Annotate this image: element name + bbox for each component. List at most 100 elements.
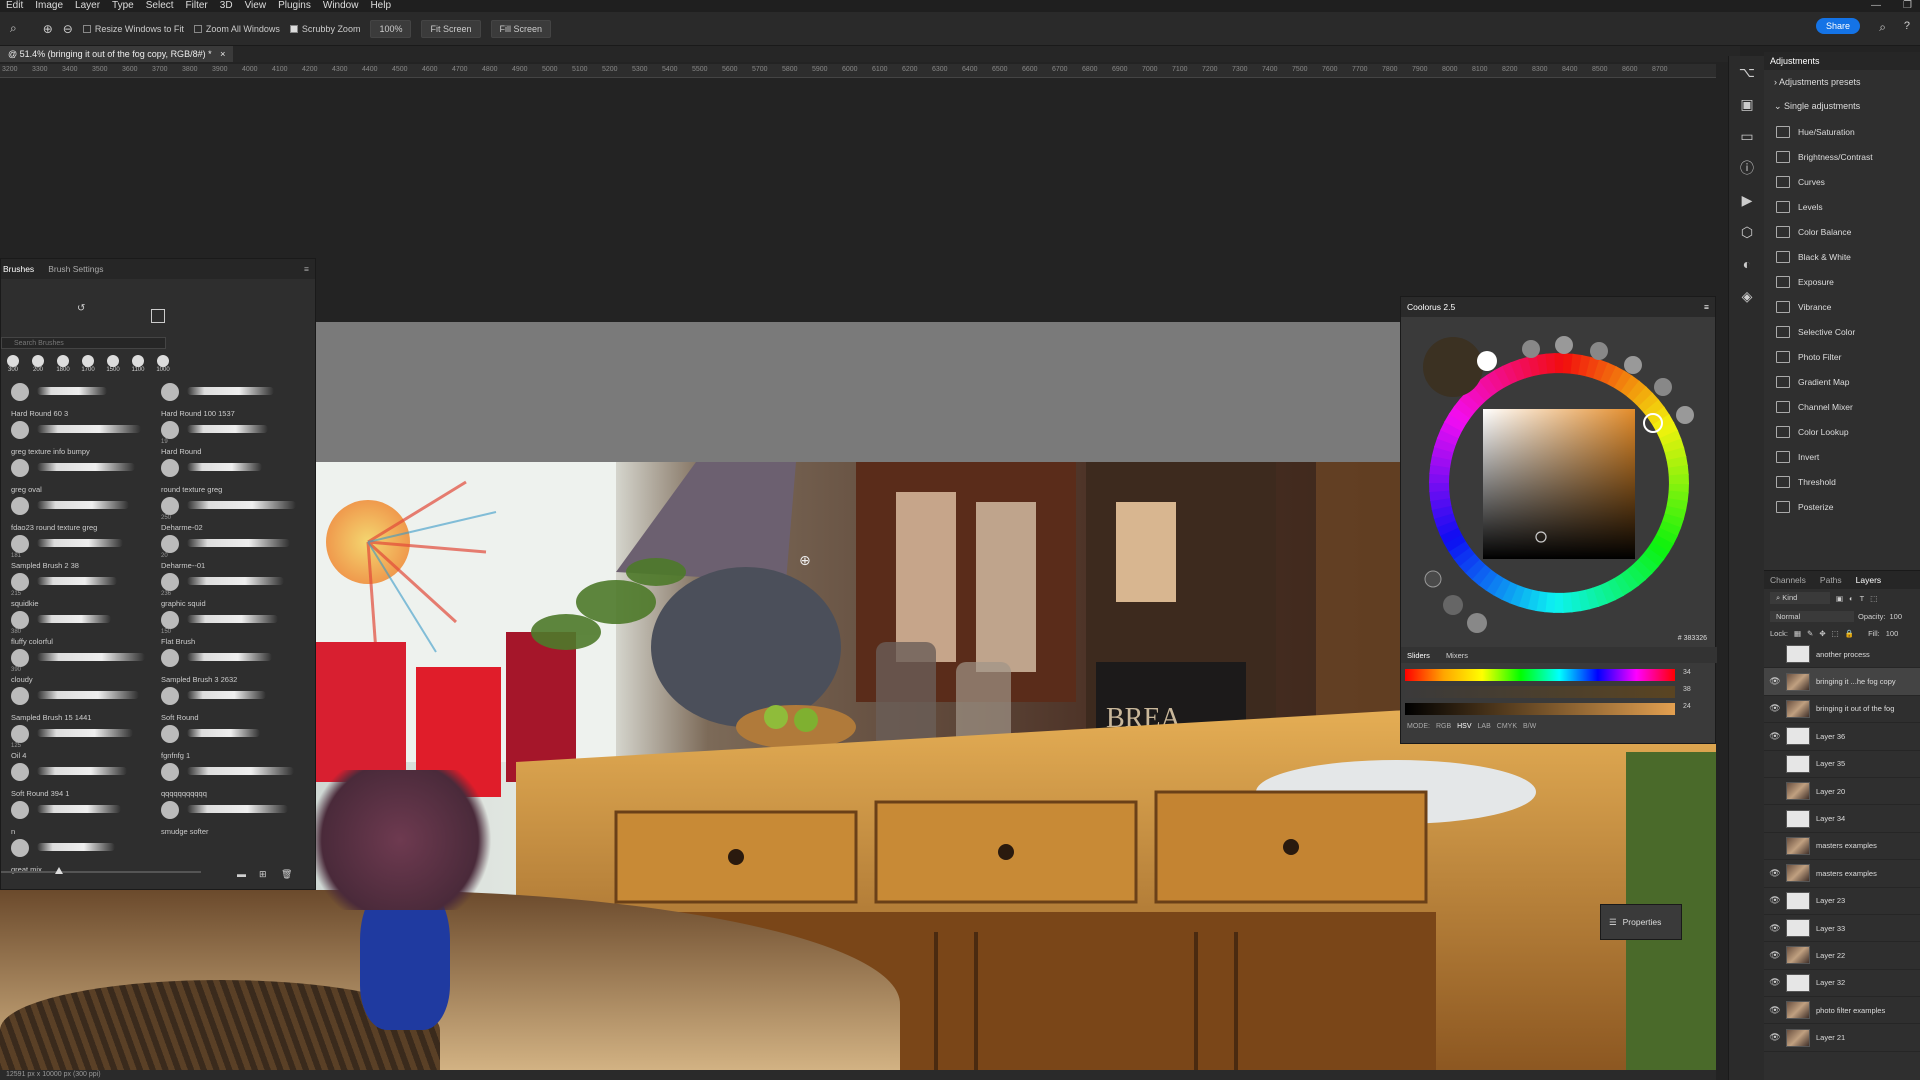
close-icon[interactable]: × — [220, 49, 225, 59]
folder-icon[interactable]: ▬ — [237, 869, 246, 879]
menu-item-edit[interactable]: Edit — [0, 0, 29, 12]
brush-item[interactable]: 20 Deharme--01 — [157, 533, 299, 571]
eye-icon[interactable]: 👁 — [1764, 703, 1786, 714]
eye-icon[interactable]: 👁 — [1764, 1005, 1786, 1016]
opacity-value[interactable]: 100 — [1890, 612, 1903, 621]
adjustment-curves[interactable]: Curves — [1764, 169, 1920, 194]
info-icon[interactable]: ⓘ — [1729, 152, 1765, 184]
menu-item-3d[interactable]: 3D — [214, 0, 239, 12]
adjustment-invert[interactable]: Invert — [1764, 444, 1920, 469]
brush-item[interactable]: Sampled Brush 15 1441 — [7, 685, 149, 723]
zoom-tool-icon[interactable]: ⌕ — [10, 21, 17, 36]
brush-preset[interactable]: 1100 — [126, 355, 150, 379]
fill-screen-button[interactable]: Fill Screen — [490, 19, 552, 38]
lock-brush-icon[interactable]: ✎ — [1807, 629, 1813, 638]
slider-handle[interactable] — [55, 867, 63, 874]
properties-panel[interactable]: ☰ Properties — [1600, 904, 1682, 940]
brush-preset[interactable]: 1500 — [101, 355, 125, 379]
adjustment-black-white[interactable]: Black & White — [1764, 244, 1920, 269]
menu-item-select[interactable]: Select — [140, 0, 180, 12]
hue-slider[interactable] — [1405, 669, 1675, 681]
restore-icon[interactable]: ❐ — [1903, 0, 1912, 12]
fit-screen-button[interactable]: Fit Screen — [421, 19, 481, 38]
brush-item[interactable]: Hard Round 60 3 — [7, 381, 149, 419]
brush-item[interactable]: qqqqqqqqqqq — [157, 761, 299, 799]
eye-icon[interactable]: 👁 — [1764, 977, 1786, 988]
layer-row[interactable]: 👁 Layer 21 — [1764, 1024, 1920, 1052]
eye-icon[interactable]: 👁 — [1764, 923, 1786, 934]
brush-item[interactable]: 181 Sampled Brush 2 38 — [7, 533, 149, 571]
search-brushes-input[interactable]: Search Brushes — [1, 337, 166, 349]
adjustment-levels[interactable]: Levels — [1764, 194, 1920, 219]
layer-row[interactable]: 👁 Layer 32 — [1764, 970, 1920, 998]
document-tab[interactable]: @ 51.4% (bringing it out of the fog copy… — [0, 46, 234, 62]
tab-channels[interactable]: Channels — [1770, 575, 1806, 585]
single-adjustments-toggle[interactable]: ⌄ Single adjustments — [1764, 94, 1920, 119]
slider-value-2[interactable]: 38 — [1683, 686, 1691, 693]
tab-brushes[interactable]: Brushes — [3, 264, 34, 274]
menu-item-type[interactable]: Type — [106, 0, 140, 12]
trash-icon[interactable]: 🗑 — [281, 869, 292, 880]
menu-item-view[interactable]: View — [239, 0, 273, 12]
brush-item[interactable]: round texture greg — [157, 457, 299, 495]
brush-item[interactable]: fgnfnfg 1 — [157, 723, 299, 761]
adjustment-channel-mixer[interactable]: Channel Mixer — [1764, 394, 1920, 419]
lock-move-icon[interactable]: ✥ — [1819, 629, 1825, 638]
layer-row[interactable]: 👁 bringing it ...he fog copy — [1764, 668, 1920, 696]
zoom-in-icon[interactable]: ⊕ — [43, 22, 53, 36]
mode-cmyk[interactable]: CMYK — [1497, 723, 1517, 730]
brush-preset[interactable]: 1000 — [151, 355, 175, 379]
zoom-all-checkbox[interactable]: Zoom All Windows — [193, 24, 280, 34]
adjustment-photo-filter[interactable]: Photo Filter — [1764, 344, 1920, 369]
brush-item[interactable]: fdao23 round texture greg — [7, 495, 149, 533]
adjustment-exposure[interactable]: Exposure — [1764, 269, 1920, 294]
tab-mixers[interactable]: Mixers — [1446, 651, 1468, 660]
brush-preset[interactable]: 1800 — [51, 355, 75, 379]
history-icon[interactable]: ⌥ — [1729, 56, 1765, 88]
brush-item[interactable]: Soft Round — [157, 685, 299, 723]
actions-icon[interactable]: ▶ — [1729, 184, 1765, 216]
comments-icon[interactable]: ▭ — [1729, 120, 1765, 152]
layer-row[interactable]: Layer 34 — [1764, 805, 1920, 833]
mode-hsv[interactable]: HSV — [1457, 723, 1471, 730]
brush-item[interactable]: smudge softer — [157, 799, 299, 837]
filter-type-icon[interactable]: T — [1860, 594, 1865, 603]
brush-preset[interactable]: 300 — [1, 355, 25, 379]
mode-rgb[interactable]: RGB — [1436, 723, 1451, 730]
mode-bw[interactable]: B/W — [1523, 723, 1536, 730]
tab-paths[interactable]: Paths — [1820, 575, 1842, 585]
mode-lab[interactable]: LAB — [1478, 723, 1491, 730]
reset-icon[interactable]: ↺ — [77, 303, 85, 314]
menu-item-window[interactable]: Window — [317, 0, 365, 12]
eye-icon[interactable]: 👁 — [1764, 731, 1786, 742]
eye-icon[interactable]: 👁 — [1764, 676, 1786, 687]
layer-row[interactable]: Layer 35 — [1764, 751, 1920, 778]
zoom-value[interactable]: 100% — [370, 19, 412, 38]
layer-row[interactable]: 👁 Layer 23 — [1764, 888, 1920, 915]
adjustment-color-lookup[interactable]: Color Lookup — [1764, 419, 1920, 444]
hex-value[interactable]: # 383326 — [1678, 635, 1707, 642]
brush-item[interactable]: 19 Hard Round — [157, 419, 299, 457]
saturation-slider[interactable] — [1405, 686, 1675, 698]
panel-menu-icon[interactable]: ≡ — [304, 264, 309, 274]
brush-item[interactable]: Sampled Brush 3 2632 — [157, 647, 299, 685]
brush-item[interactable]: 390 cloudy — [7, 647, 149, 685]
brush-item[interactable]: Soft Round 394 1 — [7, 761, 149, 799]
brush-item[interactable]: 150 Flat Brush — [157, 609, 299, 647]
tab-brush-settings[interactable]: Brush Settings — [48, 264, 103, 274]
menu-item-help[interactable]: Help — [364, 0, 397, 12]
slider-value-3[interactable]: 24 — [1683, 703, 1691, 710]
lock-pixels-icon[interactable]: ▦ — [1794, 629, 1801, 638]
adjustment-hue-saturation[interactable]: Hue/Saturation — [1764, 119, 1920, 144]
panel-menu-icon[interactable]: ≡ — [1704, 297, 1709, 317]
layer-row[interactable]: 👁 masters examples — [1764, 860, 1920, 888]
brush-item[interactable]: greg oval — [7, 457, 149, 495]
brush-item[interactable]: n — [7, 799, 149, 837]
menu-item-image[interactable]: Image — [29, 0, 69, 12]
brush-item[interactable]: 236 graphic squid — [157, 571, 299, 609]
layer-row[interactable]: Layer 20 — [1764, 778, 1920, 806]
scrubby-zoom-checkbox[interactable]: Scrubby Zoom — [289, 24, 360, 34]
color-icon[interactable]: ◐ — [1729, 248, 1765, 280]
adjustment-vibrance[interactable]: Vibrance — [1764, 294, 1920, 319]
adjustment-selective-color[interactable]: Selective Color — [1764, 319, 1920, 344]
